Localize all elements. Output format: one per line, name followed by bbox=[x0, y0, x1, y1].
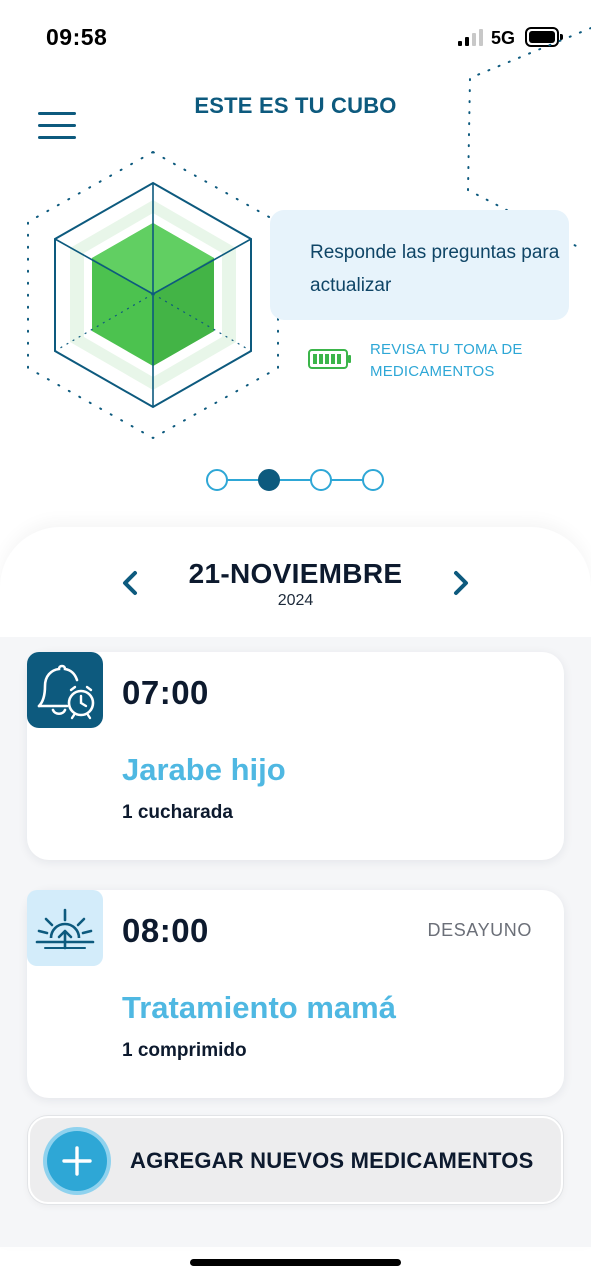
add-medication-button[interactable]: AGREGAR NUEVOS MEDICAMENTOS bbox=[28, 1116, 563, 1204]
battery-icon bbox=[525, 27, 563, 47]
pager-dot-4[interactable] bbox=[362, 469, 384, 491]
add-medication-label: AGREGAR NUEVOS MEDICAMENTOS bbox=[130, 1148, 534, 1173]
dose-amount: 1 comprimido bbox=[122, 1040, 247, 1061]
carousel-pager bbox=[206, 467, 386, 493]
medication-name: Jarabe hijo bbox=[122, 752, 286, 787]
medication-check-link[interactable]: REVISA TU TOMA DE MEDICAMENTOS bbox=[308, 337, 578, 387]
cellular-signal-icon bbox=[458, 28, 486, 46]
dose-card[interactable]: 08:00 DESAYUNO Tratamiento mamá 1 compri… bbox=[27, 890, 564, 1098]
status-time: 09:58 bbox=[46, 24, 108, 50]
selected-date: 21-NOVIEMBRE bbox=[188, 558, 403, 589]
medication-check-label: REVISA TU TOMA DE MEDICAMENTOS bbox=[370, 341, 523, 380]
dose-amount: 1 cucharada bbox=[122, 802, 233, 823]
next-day-button[interactable] bbox=[449, 570, 473, 596]
plus-icon bbox=[47, 1131, 107, 1191]
dose-meal: DESAYUNO bbox=[427, 920, 532, 940]
status-bar: 09:58 5G bbox=[0, 0, 591, 80]
hint-text: Responde las preguntas para actualizar bbox=[310, 242, 560, 296]
dose-time: 08:00 bbox=[122, 912, 209, 949]
health-cube bbox=[92, 223, 214, 366]
dose-card[interactable]: 07:00 Jarabe hijo 1 cucharada bbox=[27, 652, 564, 860]
alarm-bell-icon bbox=[27, 652, 103, 728]
sunrise-icon bbox=[27, 890, 103, 966]
battery-status-icon bbox=[308, 349, 351, 369]
medication-name: Tratamiento mamá bbox=[122, 990, 396, 1025]
pager-dot-2[interactable] bbox=[258, 469, 280, 491]
dose-time: 07:00 bbox=[122, 674, 209, 711]
page-title: ESTE ES TU CUBO bbox=[194, 93, 397, 118]
home-indicator[interactable] bbox=[190, 1259, 401, 1266]
selected-year: 2024 bbox=[277, 592, 314, 609]
pager-dot-1[interactable] bbox=[206, 469, 228, 491]
pager-dot-3[interactable] bbox=[310, 469, 332, 491]
network-type: 5G bbox=[491, 28, 516, 48]
